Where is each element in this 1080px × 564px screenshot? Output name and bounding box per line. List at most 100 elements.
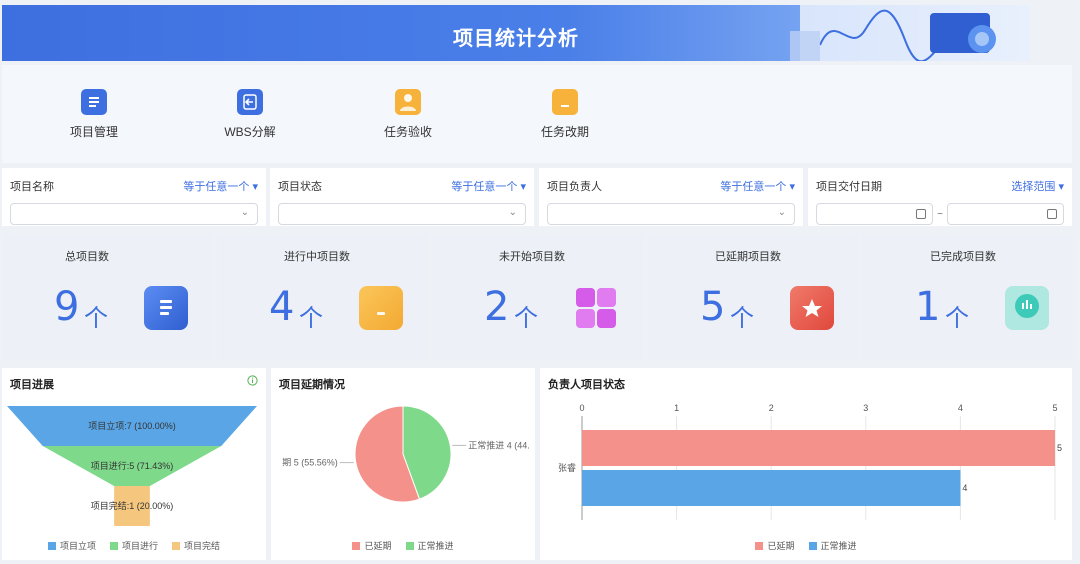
- stat-unit: 个: [299, 305, 323, 332]
- bar-data-label: 4: [962, 483, 967, 493]
- legend-label: 已延期: [364, 541, 392, 551]
- stat-title: 未开始项目数: [499, 251, 565, 263]
- document-icon: [81, 89, 107, 115]
- legend-label: 项目进行: [121, 541, 158, 551]
- legend-item[interactable]: 项目立项: [47, 539, 96, 552]
- banner-illustration: [790, 5, 1030, 61]
- calendar-icon: [1047, 209, 1058, 219]
- end-date-input[interactable]: [946, 203, 1065, 225]
- filter-operator-dropdown[interactable]: 等于任意一个: [183, 178, 258, 194]
- chevron-down-icon: ⌄: [240, 207, 249, 218]
- funnel-chart: 项目立项:7 (100.00%) 项目进行:5 (71.43%) 项目完结:1 (2…: [7, 406, 257, 526]
- legend-item[interactable]: 已延期: [352, 539, 392, 552]
- y-category-label: 张睿: [558, 462, 576, 473]
- pie-legend: 已延期 正常推进: [271, 539, 535, 552]
- stat-unit: 个: [84, 305, 108, 332]
- stat-value: 9: [54, 284, 80, 330]
- stat-value: 4: [269, 284, 295, 330]
- list-doc-icon: [144, 286, 188, 330]
- legend-label: 正常推进: [417, 541, 454, 551]
- chevron-down-icon: ⌄: [777, 207, 786, 218]
- bar: [582, 470, 961, 506]
- calendar-change-icon: [552, 89, 578, 115]
- stat-title: 已完成项目数: [930, 251, 996, 263]
- pie-chart: 期 5 (55.56%) 正常推进 4 (44.: [282, 405, 530, 503]
- stat-title: 已延期项目数: [715, 251, 781, 263]
- funnel-data-label: 项目立项:7 (100.00%): [88, 420, 176, 431]
- stat-unit: 个: [730, 305, 754, 332]
- stat-value: 5: [700, 284, 726, 330]
- legend-item[interactable]: 已延期: [755, 539, 795, 552]
- filter-project-owner: 项目负责人 等于任意一个 ⌄: [539, 168, 803, 226]
- filter-label: 项目负责人: [547, 181, 602, 193]
- quick-link-label: 任务验收: [383, 125, 432, 139]
- quick-link-label: 任务改期: [540, 125, 589, 139]
- stat-value: 2: [484, 284, 510, 330]
- quick-link-wbs[interactable]: WBS分解: [205, 89, 295, 140]
- quick-link-label: WBS分解: [224, 125, 276, 139]
- legend-label: 项目完结: [184, 541, 221, 551]
- filter-label: 项目状态: [278, 181, 322, 193]
- quick-link-task-reschedule[interactable]: 任务改期: [520, 89, 610, 140]
- filter-operator-dropdown[interactable]: 等于任意一个: [451, 178, 526, 194]
- panel-title: 项目延期情况: [279, 379, 345, 391]
- user-check-icon: [395, 89, 421, 115]
- date-range-separator: ~: [937, 208, 943, 220]
- x-tick-label: 5: [1052, 403, 1057, 413]
- stat-card-in-progress: 进行中项目数 4 个: [217, 234, 427, 361]
- filter-operator-dropdown[interactable]: 等于任意一个: [720, 178, 795, 194]
- quick-link-task-acceptance[interactable]: 任务验收: [363, 89, 453, 140]
- x-tick-label: 3: [863, 403, 868, 413]
- stat-unit: 个: [945, 305, 969, 332]
- quick-link-project-management[interactable]: 项目管理: [49, 89, 139, 140]
- panel-title: 负责人项目状态: [548, 379, 625, 391]
- project-name-select[interactable]: ⌄: [10, 203, 258, 225]
- import-icon: [237, 89, 263, 115]
- legend-label: 已延期: [767, 541, 795, 551]
- project-status-select[interactable]: ⌄: [278, 203, 526, 225]
- stat-value: 1: [915, 284, 941, 330]
- start-date-input[interactable]: [816, 203, 934, 225]
- stat-title: 总项目数: [65, 251, 109, 263]
- quick-links-panel: 项目管理 WBS分解 任务验收 任务改期: [2, 65, 1072, 163]
- bar-chart: 0 1 2 3 4 5 5 4 张睿: [558, 403, 1062, 520]
- legend-item[interactable]: 项目进行: [109, 539, 158, 552]
- filter-project-status: 项目状态 等于任意一个 ⌄: [270, 168, 534, 226]
- quick-link-label: 项目管理: [69, 125, 118, 139]
- filter-label: 项目交付日期: [816, 181, 882, 193]
- owner-status-panel: 负责人项目状态 0 1 2 3 4 5 5 4 张睿 已延期 正常推进: [540, 368, 1072, 560]
- funnel-data-label: 项目完结:1 (20.00%): [91, 500, 174, 511]
- stat-card-completed: 已完成项目数 1 个: [863, 234, 1073, 361]
- filter-bar: 项目名称 等于任意一个 ⌄ 项目状态 等于任意一个 ⌄ 项目负责人 等于任意一个…: [2, 168, 1072, 228]
- chevron-down-icon: ⌄: [508, 207, 517, 218]
- project-progress-panel: 项目进展 项目立项:7 (100.00%) 项目进行:5 (71.43%) 项目完结…: [2, 368, 266, 560]
- info-icon[interactable]: [247, 375, 258, 386]
- grid-icon: [574, 286, 618, 330]
- stat-title: 进行中项目数: [284, 251, 350, 263]
- project-owner-select[interactable]: ⌄: [547, 203, 795, 225]
- legend-item[interactable]: 正常推进: [405, 539, 454, 552]
- x-tick-label: 0: [579, 403, 584, 413]
- chart-circle-icon: [1005, 286, 1049, 330]
- filter-delivery-date: 项目交付日期 选择范围 ~: [808, 168, 1072, 226]
- x-tick-label: 2: [769, 403, 774, 413]
- funnel-legend: 项目立项 项目进行 项目完结: [2, 539, 266, 552]
- header-banner: 项目统计分析: [2, 5, 1030, 61]
- filter-operator-dropdown[interactable]: 选择范围: [1011, 178, 1064, 194]
- stat-unit: 个: [514, 305, 538, 332]
- filter-label: 项目名称: [10, 181, 54, 193]
- legend-item[interactable]: 正常推进: [808, 539, 857, 552]
- x-tick-label: 1: [674, 403, 679, 413]
- pie-data-label: 期 5 (55.56%): [282, 458, 338, 468]
- bar-data-label: 5: [1057, 443, 1062, 453]
- star-flag-icon: [790, 286, 834, 330]
- legend-label: 正常推进: [820, 541, 857, 551]
- bar-legend: 已延期 正常推进: [540, 539, 1072, 552]
- stat-card-delayed: 已延期项目数 5 个: [648, 234, 858, 361]
- x-tick-label: 4: [958, 403, 963, 413]
- calendar-icon: [916, 209, 927, 219]
- legend-item[interactable]: 项目完结: [172, 539, 220, 552]
- pie-data-label: 正常推进 4 (44.: [468, 439, 530, 450]
- stat-card-total: 总项目数 9 个: [2, 234, 212, 361]
- filter-project-name: 项目名称 等于任意一个 ⌄: [2, 168, 266, 226]
